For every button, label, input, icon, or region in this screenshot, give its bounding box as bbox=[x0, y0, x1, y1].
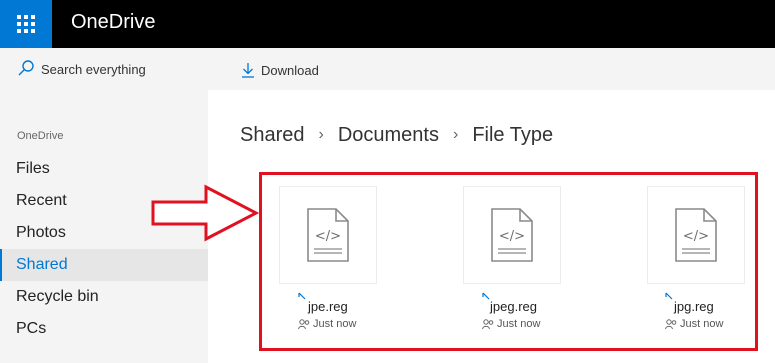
shared-people-icon bbox=[482, 318, 494, 329]
waffle-icon bbox=[17, 15, 35, 33]
breadcrumb: Shared › Documents › File Type bbox=[240, 122, 553, 148]
suite-header: OneDrive bbox=[0, 0, 775, 48]
sync-status-icon bbox=[665, 292, 673, 300]
app-launcher-button[interactable] bbox=[0, 0, 52, 48]
command-bar: Download bbox=[208, 48, 775, 90]
file-name[interactable]: jpeg.reg bbox=[490, 299, 537, 314]
file-modified: Just now bbox=[497, 318, 541, 330]
file-name[interactable]: jpg.reg bbox=[674, 299, 714, 314]
breadcrumb-item-file-type: File Type bbox=[472, 123, 554, 146]
nav-section-label: OneDrive bbox=[17, 130, 64, 142]
download-icon bbox=[242, 63, 254, 78]
svg-text:</>: </> bbox=[315, 229, 341, 244]
sync-status-icon bbox=[482, 292, 490, 300]
file-modified: Just now bbox=[680, 318, 724, 330]
sidebar-item-pcs[interactable]: PCs bbox=[0, 313, 208, 345]
chevron-right-icon: › bbox=[452, 126, 459, 143]
shared-people-icon bbox=[665, 318, 677, 329]
code-file-icon: </> bbox=[675, 208, 717, 262]
file-tile[interactable]: </> bbox=[648, 187, 744, 283]
file-meta: Just now bbox=[298, 318, 356, 330]
sync-status-icon bbox=[298, 292, 306, 300]
code-file-icon: </> bbox=[491, 208, 533, 262]
download-label: Download bbox=[261, 62, 319, 78]
file-meta: Just now bbox=[482, 318, 540, 330]
file-tile[interactable]: </> bbox=[464, 187, 560, 283]
file-tile[interactable]: </> bbox=[280, 187, 376, 283]
svg-text:</>: </> bbox=[683, 229, 709, 244]
code-file-icon: </> bbox=[307, 208, 349, 262]
annotation-arrow bbox=[151, 184, 260, 242]
search-icon bbox=[18, 60, 34, 76]
sidebar-item-files[interactable]: Files bbox=[0, 153, 208, 185]
chevron-right-icon: › bbox=[318, 126, 324, 143]
file-modified: Just now bbox=[313, 318, 357, 330]
sidebar-item-recycle-bin[interactable]: Recycle bin bbox=[0, 281, 208, 313]
svg-text:</>: </> bbox=[499, 229, 525, 244]
file-name[interactable]: jpe.reg bbox=[308, 299, 348, 314]
breadcrumb-item-shared[interactable]: Shared bbox=[240, 124, 305, 147]
sidebar-item-shared[interactable]: Shared bbox=[0, 249, 208, 281]
breadcrumb-item-documents[interactable]: Documents bbox=[338, 124, 439, 147]
search-input[interactable]: Search everything bbox=[41, 62, 146, 77]
shared-people-icon bbox=[298, 318, 310, 329]
download-button[interactable]: Download bbox=[241, 60, 319, 80]
file-meta: Just now bbox=[665, 318, 723, 330]
app-title[interactable]: OneDrive bbox=[71, 11, 155, 34]
search-box[interactable]: Search everything bbox=[0, 48, 208, 90]
